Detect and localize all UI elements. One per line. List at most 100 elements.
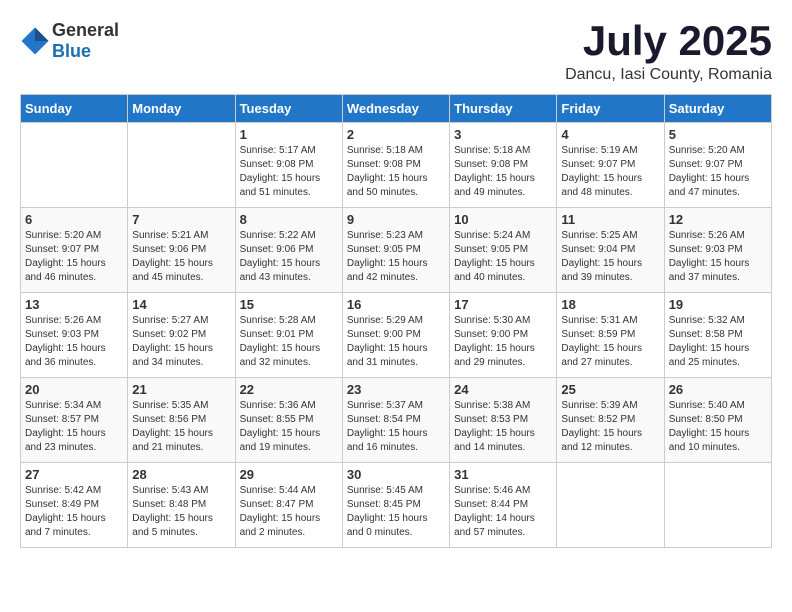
cell-info: Sunrise: 5:27 AM Sunset: 9:02 PM Dayligh… [132,314,230,370]
day-number: 1 [240,127,338,142]
cell-info: Sunrise: 5:38 AM Sunset: 8:53 PM Dayligh… [454,399,552,455]
calendar-cell: 15 Sunrise: 5:28 AM Sunset: 9:01 PM Dayli… [235,293,342,378]
day-number: 17 [454,297,552,312]
day-number: 12 [669,212,767,227]
day-number: 2 [347,127,445,142]
calendar-cell: 23 Sunrise: 5:37 AM Sunset: 8:54 PM Dayli… [342,378,449,463]
calendar-cell [664,463,771,548]
calendar-cell: 31 Sunrise: 5:46 AM Sunset: 8:44 PM Dayli… [450,463,557,548]
calendar-cell: 6 Sunrise: 5:20 AM Sunset: 9:07 PM Daylig… [21,208,128,293]
header-sunday: Sunday [21,95,128,123]
calendar-cell: 12 Sunrise: 5:26 AM Sunset: 9:03 PM Dayli… [664,208,771,293]
header-tuesday: Tuesday [235,95,342,123]
calendar-header-row: SundayMondayTuesdayWednesdayThursdayFrid… [21,95,772,123]
day-number: 26 [669,382,767,397]
day-number: 19 [669,297,767,312]
calendar-cell: 8Sunrise: 5:22 AM Sunset: 9:06 PM Daylig… [235,208,342,293]
day-number: 29 [240,467,338,482]
calendar-cell: 1 Sunrise: 5:17 AM Sunset: 9:08 PM Daylig… [235,123,342,208]
week-row-0: 1 Sunrise: 5:17 AM Sunset: 9:08 PM Daylig… [21,123,772,208]
calendar-cell: 4Sunrise: 5:19 AM Sunset: 9:07 PM Daylig… [557,123,664,208]
calendar-body: 1 Sunrise: 5:17 AM Sunset: 9:08 PM Daylig… [21,123,772,548]
cell-info: Sunrise: 5:45 AM Sunset: 8:45 PM Dayligh… [347,484,445,540]
calendar-cell: 17 Sunrise: 5:30 AM Sunset: 9:00 PM Dayli… [450,293,557,378]
calendar-cell: 3Sunrise: 5:18 AM Sunset: 9:08 PM Daylig… [450,123,557,208]
calendar-cell: 11Sunrise: 5:25 AM Sunset: 9:04 PM Dayli… [557,208,664,293]
day-number: 10 [454,212,552,227]
cell-info: Sunrise: 5:39 AM Sunset: 8:52 PM Dayligh… [561,399,659,455]
cell-info: Sunrise: 5:34 AM Sunset: 8:57 PM Dayligh… [25,399,123,455]
calendar-cell: 5Sunrise: 5:20 AM Sunset: 9:07 PM Daylig… [664,123,771,208]
week-row-4: 27Sunrise: 5:42 AM Sunset: 8:49 PM Dayli… [21,463,772,548]
day-number: 21 [132,382,230,397]
cell-info: Sunrise: 5:18 AM Sunset: 9:08 PM Dayligh… [347,144,445,200]
cell-info: Sunrise: 5:24 AM Sunset: 9:05 PM Dayligh… [454,229,552,285]
header-saturday: Saturday [664,95,771,123]
cell-info: Sunrise: 5:36 AM Sunset: 8:55 PM Dayligh… [240,399,338,455]
cell-info: Sunrise: 5:46 AM Sunset: 8:44 PM Dayligh… [454,484,552,540]
cell-info: Sunrise: 5:28 AM Sunset: 9:01 PM Dayligh… [240,314,338,370]
location-subtitle: Dancu, Iasi County, Romania [565,66,772,84]
cell-info: Sunrise: 5:35 AM Sunset: 8:56 PM Dayligh… [132,399,230,455]
calendar-cell [128,123,235,208]
day-number: 5 [669,127,767,142]
calendar-cell: 22 Sunrise: 5:36 AM Sunset: 8:55 PM Dayli… [235,378,342,463]
cell-info: Sunrise: 5:23 AM Sunset: 9:05 PM Dayligh… [347,229,445,285]
cell-info: Sunrise: 5:31 AM Sunset: 8:59 PM Dayligh… [561,314,659,370]
cell-info: Sunrise: 5:44 AM Sunset: 8:47 PM Dayligh… [240,484,338,540]
calendar-cell: 26 Sunrise: 5:40 AM Sunset: 8:50 PM Dayli… [664,378,771,463]
day-number: 6 [25,212,123,227]
calendar-cell: 9 Sunrise: 5:23 AM Sunset: 9:05 PM Daylig… [342,208,449,293]
day-number: 28 [132,467,230,482]
calendar-cell: 13 Sunrise: 5:26 AM Sunset: 9:03 PM Dayli… [21,293,128,378]
calendar-cell: 19 Sunrise: 5:32 AM Sunset: 8:58 PM Dayli… [664,293,771,378]
cell-info: Sunrise: 5:30 AM Sunset: 9:00 PM Dayligh… [454,314,552,370]
day-number: 27 [25,467,123,482]
cell-info: Sunrise: 5:25 AM Sunset: 9:04 PM Dayligh… [561,229,659,285]
day-number: 16 [347,297,445,312]
logo-general: General [52,20,119,40]
day-number: 7 [132,212,230,227]
cell-info: Sunrise: 5:37 AM Sunset: 8:54 PM Dayligh… [347,399,445,455]
week-row-2: 13 Sunrise: 5:26 AM Sunset: 9:03 PM Dayli… [21,293,772,378]
day-number: 13 [25,297,123,312]
logo-icon [20,26,50,56]
cell-info: Sunrise: 5:26 AM Sunset: 9:03 PM Dayligh… [669,229,767,285]
cell-info: Sunrise: 5:17 AM Sunset: 9:08 PM Dayligh… [240,144,338,200]
calendar-cell: 21 Sunrise: 5:35 AM Sunset: 8:56 PM Dayli… [128,378,235,463]
calendar-cell: 20 Sunrise: 5:34 AM Sunset: 8:57 PM Dayli… [21,378,128,463]
header-wednesday: Wednesday [342,95,449,123]
day-number: 23 [347,382,445,397]
cell-info: Sunrise: 5:26 AM Sunset: 9:03 PM Dayligh… [25,314,123,370]
calendar-cell [21,123,128,208]
cell-info: Sunrise: 5:43 AM Sunset: 8:48 PM Dayligh… [132,484,230,540]
page-header: General Blue July 2025 Dancu, Iasi Count… [20,20,772,84]
day-number: 31 [454,467,552,482]
calendar-cell: 24 Sunrise: 5:38 AM Sunset: 8:53 PM Dayli… [450,378,557,463]
calendar-cell: 25Sunrise: 5:39 AM Sunset: 8:52 PM Dayli… [557,378,664,463]
calendar-cell: 2 Sunrise: 5:18 AM Sunset: 9:08 PM Daylig… [342,123,449,208]
calendar-cell: 27Sunrise: 5:42 AM Sunset: 8:49 PM Dayli… [21,463,128,548]
cell-info: Sunrise: 5:20 AM Sunset: 9:07 PM Dayligh… [25,229,123,285]
day-number: 14 [132,297,230,312]
calendar-table: SundayMondayTuesdayWednesdayThursdayFrid… [20,94,772,548]
cell-info: Sunrise: 5:19 AM Sunset: 9:07 PM Dayligh… [561,144,659,200]
cell-info: Sunrise: 5:29 AM Sunset: 9:00 PM Dayligh… [347,314,445,370]
day-number: 24 [454,382,552,397]
cell-info: Sunrise: 5:40 AM Sunset: 8:50 PM Dayligh… [669,399,767,455]
calendar-cell: 14 Sunrise: 5:27 AM Sunset: 9:02 PM Dayli… [128,293,235,378]
day-number: 9 [347,212,445,227]
calendar-cell: 30Sunrise: 5:45 AM Sunset: 8:45 PM Dayli… [342,463,449,548]
logo-blue: Blue [52,41,91,61]
cell-info: Sunrise: 5:32 AM Sunset: 8:58 PM Dayligh… [669,314,767,370]
calendar-cell [557,463,664,548]
day-number: 3 [454,127,552,142]
day-number: 20 [25,382,123,397]
calendar-cell: 18Sunrise: 5:31 AM Sunset: 8:59 PM Dayli… [557,293,664,378]
day-number: 22 [240,382,338,397]
day-number: 15 [240,297,338,312]
calendar-cell: 10 Sunrise: 5:24 AM Sunset: 9:05 PM Dayli… [450,208,557,293]
header-friday: Friday [557,95,664,123]
logo: General Blue [20,20,119,62]
cell-info: Sunrise: 5:21 AM Sunset: 9:06 PM Dayligh… [132,229,230,285]
